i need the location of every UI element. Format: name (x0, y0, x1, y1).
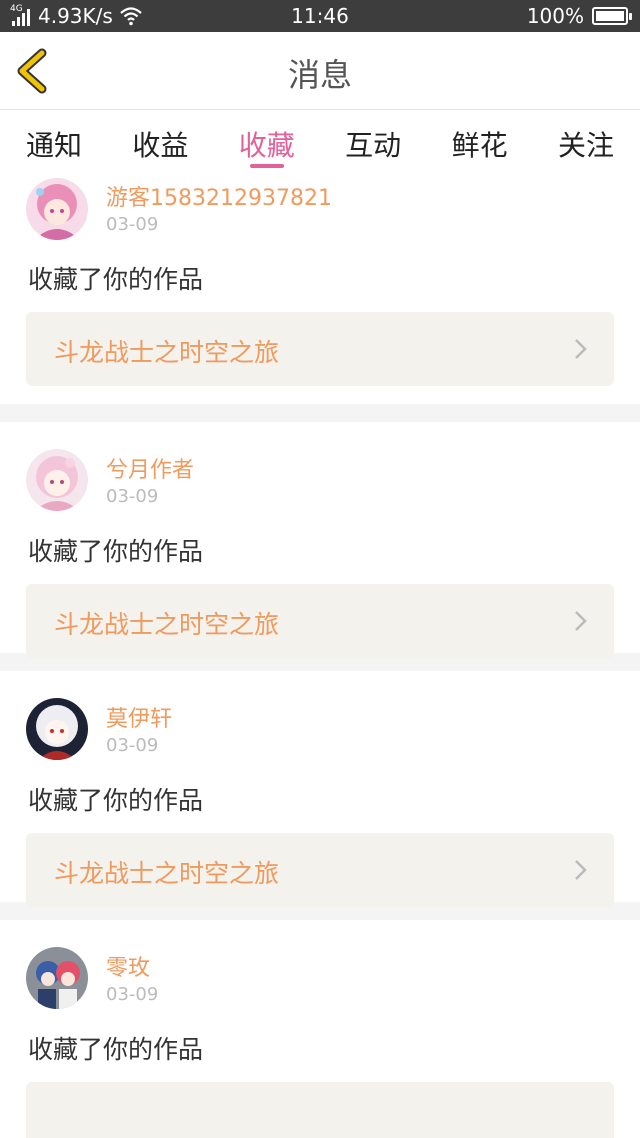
work-title: 斗龙战士之时空之旅 (54, 610, 280, 639)
tab-earnings[interactable]: 收益 (132, 110, 188, 172)
message-date: 03-09 (106, 214, 159, 235)
anime-girl-avatar-icon (26, 698, 88, 760)
tab-notifications[interactable]: 通知 (26, 110, 82, 172)
tab-flowers[interactable]: 鲜花 (452, 110, 508, 172)
message-text: 收藏了你的作品 (28, 786, 204, 815)
work-title: 斗龙战士之时空之旅 (54, 338, 280, 367)
message-date: 03-09 (106, 984, 159, 1005)
divider (0, 404, 640, 422)
tab-bar: 通知 收益 收藏 互动 鲜花 关注 (0, 110, 640, 172)
anime-girl-avatar-icon (26, 449, 88, 511)
username[interactable]: 游客1583212937821 (106, 180, 332, 212)
message-card: 兮月作者 03-09 收藏了你的作品 斗龙战士之时空之旅 (0, 422, 640, 658)
work-link[interactable]: 斗龙战士之时空之旅 (26, 833, 614, 907)
tab-interactions[interactable]: 互动 (345, 110, 401, 172)
anime-duo-avatar-icon (26, 947, 88, 1009)
message-list: 游客1583212937821 03-09 收藏了你的作品 斗龙战士之时空之旅 … (0, 172, 640, 1138)
username[interactable]: 莫伊轩 (106, 701, 172, 733)
work-link[interactable]: 斗龙战士之时空之旅 (26, 584, 614, 658)
avatar[interactable] (26, 449, 88, 511)
work-link[interactable]: 斗龙战士之时空之旅 (26, 312, 614, 386)
message-text: 收藏了你的作品 (28, 537, 204, 566)
message-card: 游客1583212937821 03-09 收藏了你的作品 斗龙战士之时空之旅 (0, 172, 640, 404)
message-text: 收藏了你的作品 (28, 1035, 204, 1064)
chevron-right-icon (575, 860, 587, 880)
message-card: 零玫 03-09 收藏了你的作品 (0, 920, 640, 1138)
work-title: 斗龙战士之时空之旅 (54, 859, 280, 888)
avatar[interactable] (26, 947, 88, 1009)
message-date: 03-09 (106, 486, 159, 507)
message-card: 莫伊轩 03-09 收藏了你的作品 斗龙战士之时空之旅 (0, 671, 640, 907)
status-right: 100% (526, 4, 632, 28)
message-date: 03-09 (106, 735, 159, 756)
anime-girl-avatar-icon (26, 178, 88, 240)
app-header: 消息 (0, 32, 640, 110)
username[interactable]: 零玫 (106, 950, 150, 982)
status-bar: 4G 4.93K/s 11:46 100% (0, 0, 640, 32)
battery-icon (592, 7, 632, 25)
battery-percent: 100% (526, 4, 584, 28)
username[interactable]: 兮月作者 (106, 452, 194, 484)
avatar[interactable] (26, 698, 88, 760)
tab-favorites[interactable]: 收藏 (239, 110, 295, 172)
avatar[interactable] (26, 178, 88, 240)
page-title: 消息 (287, 56, 352, 94)
work-link[interactable] (26, 1082, 614, 1138)
message-text: 收藏了你的作品 (28, 265, 204, 294)
chevron-right-icon (575, 611, 587, 631)
chevron-right-icon (575, 339, 587, 359)
tab-follows[interactable]: 关注 (558, 110, 614, 172)
